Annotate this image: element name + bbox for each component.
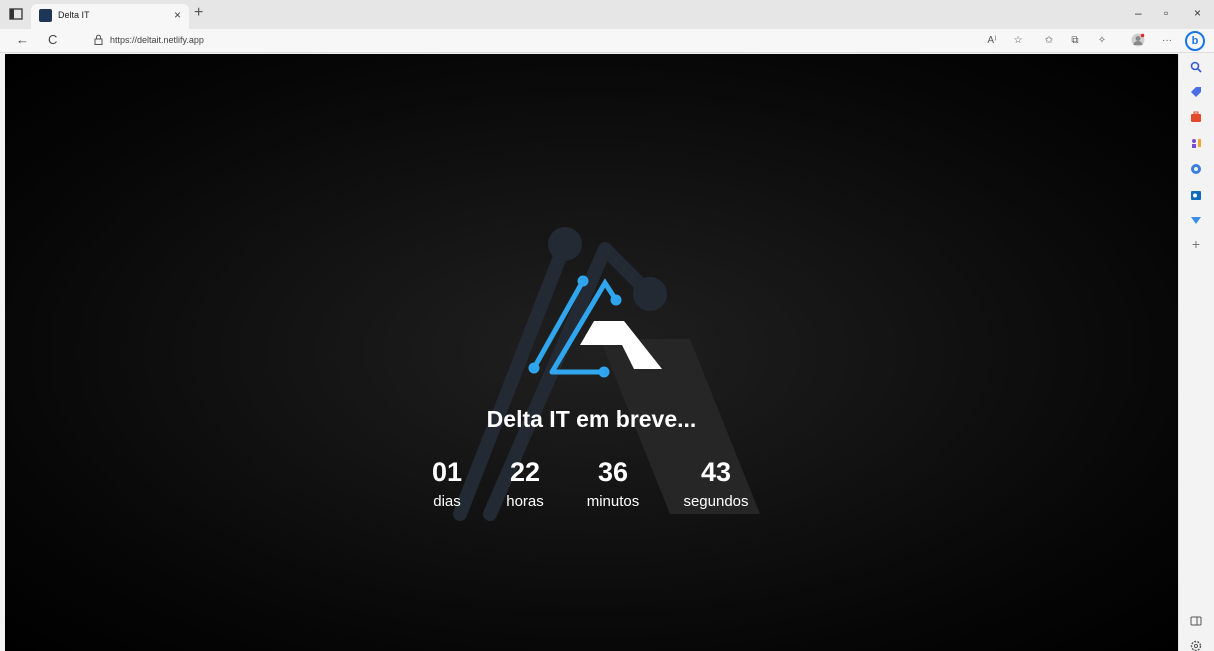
outlook-icon[interactable] <box>1189 188 1203 202</box>
countdown-minutes-label: minutos <box>586 493 640 510</box>
countdown-seconds: 43 segundos <box>666 456 766 510</box>
tab-title: Delta IT <box>58 10 90 20</box>
tab-strip: Delta IT × + – ▫ × <box>0 0 1214 29</box>
settings-gear-icon[interactable] <box>1189 639 1203 651</box>
drop-icon[interactable] <box>1189 213 1203 227</box>
browser-window: Delta IT × + – ▫ × ← C https://deltait.n… <box>0 0 1214 651</box>
url-field[interactable]: https://deltait.netlify.app <box>110 35 204 45</box>
add-sidebar-app-icon[interactable]: + <box>1189 236 1203 252</box>
tab-actions-icon[interactable] <box>8 6 24 22</box>
countdown-hours-value: 22 <box>509 457 541 487</box>
read-aloud-icon[interactable]: A⁾ <box>985 33 999 47</box>
address-bar: ← C https://deltait.netlify.app A⁾ ☆ ✩ ⧉… <box>0 29 1214 53</box>
close-window-button[interactable]: × <box>1194 6 1201 20</box>
countdown-seconds-label: segundos <box>683 493 749 510</box>
restore-button[interactable]: ▫ <box>1164 6 1168 20</box>
shopping-tag-icon[interactable] <box>1189 85 1203 99</box>
microsoft-365-icon[interactable] <box>1189 162 1203 176</box>
countdown-minutes: 36 minutos <box>563 456 663 510</box>
extensions-icon[interactable]: ✧ <box>1095 33 1109 47</box>
hide-sidebar-icon[interactable] <box>1189 614 1203 628</box>
countdown-hours: 22 horas <box>475 456 575 510</box>
lock-icon[interactable] <box>94 34 103 45</box>
more-menu-icon[interactable]: ··· <box>1160 33 1174 47</box>
minimize-button[interactable]: – <box>1135 6 1142 20</box>
countdown-minutes-value: 36 <box>597 457 629 487</box>
profile-avatar[interactable] <box>1131 33 1145 47</box>
new-tab-button[interactable]: + <box>194 4 203 22</box>
tools-briefcase-icon[interactable] <box>1189 110 1203 124</box>
collections-icon[interactable]: ⧉ <box>1068 33 1082 47</box>
delta-it-logo <box>528 275 662 378</box>
countdown-seconds-value: 43 <box>700 457 732 487</box>
favorites-icon[interactable]: ✩ <box>1042 33 1056 47</box>
edge-sidebar: + <box>1178 54 1214 651</box>
page-viewport: Delta IT em breve... 01 dias 22 horas 36… <box>5 54 1178 651</box>
delta-favicon-icon <box>39 9 52 22</box>
back-button[interactable]: ← <box>16 32 29 47</box>
page-headline: Delta IT em breve... <box>486 406 697 432</box>
tab-delta-it[interactable]: Delta IT × <box>31 4 189 29</box>
reload-button[interactable]: C <box>48 32 57 47</box>
tab-close-icon[interactable]: × <box>174 8 181 22</box>
bing-chat-icon[interactable]: b <box>1185 31 1205 51</box>
countdown-hours-label: horas <box>506 493 544 510</box>
add-favorite-icon[interactable]: ☆ <box>1011 33 1025 47</box>
search-icon[interactable] <box>1189 60 1203 74</box>
games-icon[interactable] <box>1189 136 1203 150</box>
